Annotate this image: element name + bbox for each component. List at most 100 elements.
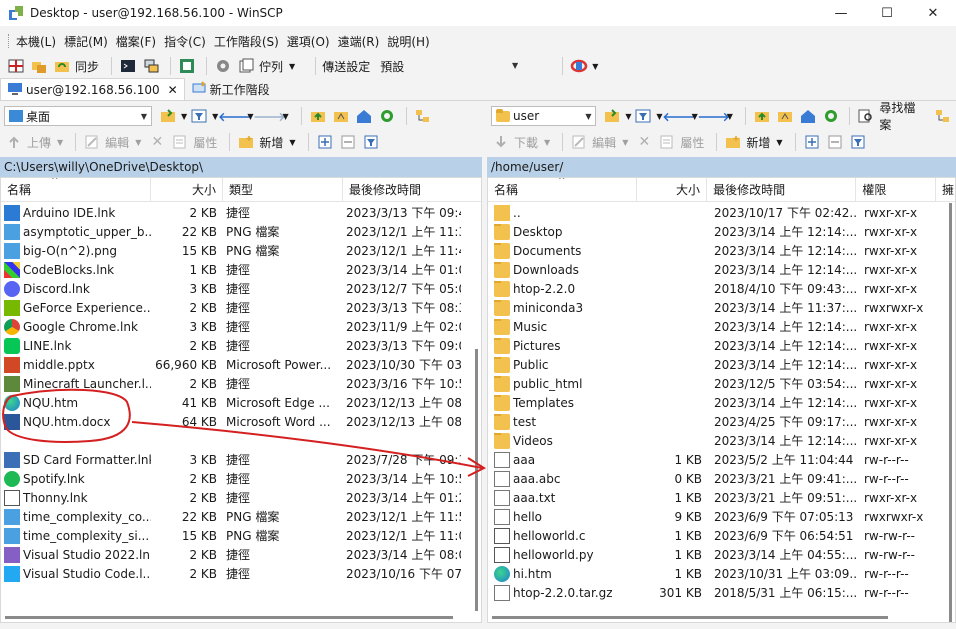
table-row[interactable]: ..2023/10/17 下午 02:42...rwxr-xr-xr (488, 203, 955, 222)
queue-button[interactable]: 佇列 (259, 58, 283, 75)
download-icon[interactable] (491, 132, 511, 152)
column-header-permissions[interactable]: 權限 (856, 178, 937, 202)
column-header-type[interactable]: 類型 (223, 178, 343, 202)
reconnect-icon[interactable] (569, 56, 589, 76)
chevron-down-icon[interactable]: ▼ (57, 138, 63, 147)
tree-icon[interactable] (933, 106, 953, 126)
table-row[interactable]: Pictures2023/3/14 上午 12:14:...rwxr-xr-xu (488, 336, 955, 355)
table-row[interactable]: miniconda3 2023/3/14 上午 11:37:... rwxrwxr-… (488, 298, 955, 317)
menu-remote[interactable]: 遠端(R) (334, 33, 384, 50)
properties-button[interactable]: 屬性 (680, 134, 704, 151)
refresh-icon[interactable] (377, 106, 397, 126)
local-path-bar[interactable]: C:\Users\willy\OneDrive\Desktop\ (0, 157, 482, 177)
table-row[interactable]: Google Chrome.lnk 3 KB 捷徑 2023/11/9 上午 02:0 (1, 317, 481, 336)
filter-icon[interactable] (189, 106, 209, 126)
select-all-icon[interactable] (315, 132, 335, 152)
table-row[interactable]: Downloads 2023/3/14 上午 12:14:... rwxr-xr-x… (488, 260, 955, 279)
compare-directories-icon[interactable] (6, 56, 26, 76)
local-location-select[interactable]: 桌面 ▼ (4, 106, 152, 126)
scrollbar-thumb[interactable] (475, 349, 478, 611)
table-row[interactable]: Templates 2023/3/14 上午 12:14:... rwxr-xr-x… (488, 393, 955, 412)
putty-icon[interactable] (141, 56, 161, 76)
scrollbar-thumb[interactable] (5, 616, 453, 619)
chevron-down-icon[interactable]: ▼ (625, 112, 631, 121)
edit-button[interactable]: 編輯 (105, 134, 129, 151)
unselect-all-icon[interactable] (338, 132, 358, 152)
table-row[interactable]: time_complexity_si... 15 KB PNG 檔案 2023/12/… (1, 526, 481, 545)
table-row[interactable]: hello9 KB2023/6/9 下午 07:05:13rwxrwxr-xu (488, 507, 955, 526)
table-row[interactable]: hi.htm 1 KB 2023/10/31 上午 03:09... rw-r--r-… (488, 564, 955, 583)
find-files-button[interactable]: 尋找檔案 (879, 99, 927, 133)
download-button[interactable]: 下載 (514, 134, 538, 151)
column-header-owner[interactable]: 擁 (936, 178, 955, 202)
remote-file-list[interactable]: 名稱 ^ 大小 最後修改時間 權限 擁 .. 2023/10/17 下午 02:4… (487, 177, 956, 623)
menu-help[interactable]: 說明(H) (383, 33, 433, 50)
table-row[interactable] (1, 431, 481, 450)
sync-folders-icon[interactable] (52, 56, 72, 76)
table-row[interactable]: LINE.lnk 2 KB 捷徑 2023/3/13 下午 09:0 (1, 336, 481, 355)
table-row[interactable]: aaa1 KB2023/5/2 上午 11:04:44rw-r--r--r (488, 450, 955, 469)
table-row[interactable]: htop-2.2.0.tar.gz 301 KB 2018/5/31 上午 06:1… (488, 583, 955, 602)
table-row[interactable]: Minecraft Launcher.l... 2 KB 捷徑 2023/3/16 下… (1, 374, 481, 393)
table-row[interactable]: Arduino IDE.lnk 2 KB 捷徑 2023/3/13 下午 09:4 (1, 203, 481, 222)
table-row[interactable]: Documents 2023/3/14 上午 12:14:... rwxr-xr-x… (488, 241, 955, 260)
table-row[interactable]: asymptotic_upper_b... 22 KB PNG 檔案 2023/12/… (1, 222, 481, 241)
table-row[interactable]: NQU.htm 41 KB Microsoft Edge ... 2023/12/13… (1, 393, 481, 412)
chevron-down-icon[interactable]: ▼ (289, 62, 295, 71)
table-row[interactable]: time_complexity_co... 22 KB PNG 檔案 2023/12/… (1, 507, 481, 526)
column-header-modified[interactable]: 最後修改時間 (343, 178, 473, 202)
table-row[interactable]: big-O(n^2).png 15 KB PNG 檔案 2023/12/1 上午 11… (1, 241, 481, 260)
remote-path-bar[interactable]: /home/user/ (487, 157, 956, 177)
new-button[interactable]: 新增 (259, 134, 283, 151)
column-header-size[interactable]: 大小 (151, 178, 223, 202)
open-folder-icon[interactable] (158, 106, 178, 126)
properties-icon[interactable] (657, 132, 677, 152)
transfer-settings-select[interactable]: 預設 ▼ (376, 56, 522, 76)
local-vertical-scrollbar[interactable] (471, 203, 481, 622)
column-header-modified[interactable]: 最後修改時間 (707, 178, 857, 202)
table-row[interactable]: Visual Studio Code.l... 2 KB 捷徑 2023/10/16 … (1, 564, 481, 583)
scrollbar-thumb[interactable] (949, 203, 952, 622)
minimize-button[interactable]: — (818, 0, 864, 26)
select-all-icon[interactable] (802, 132, 822, 152)
table-row[interactable]: aaa.txt 1 KB 2023/3/21 上午 09:51:... rwxr-xr… (488, 488, 955, 507)
table-row[interactable]: Discord.lnk 3 KB 捷徑 2023/12/7 下午 05:0 (1, 279, 481, 298)
chevron-down-icon[interactable]: ▼ (622, 138, 628, 147)
table-row[interactable]: Thonny.lnk 2 KB 捷徑 2023/3/14 上午 01:2 (1, 488, 481, 507)
remote-location-select[interactable]: user ▼ (491, 106, 597, 126)
sync-button[interactable]: 同步 (75, 58, 99, 75)
table-row[interactable]: Spotify.lnk 2 KB 捷徑 2023/3/14 上午 10:5 (1, 469, 481, 488)
close-icon[interactable]: ✕ (168, 83, 178, 97)
chevron-down-icon[interactable]: ▼ (544, 138, 550, 147)
chevron-down-icon[interactable]: ▼ (592, 62, 598, 71)
refresh-icon[interactable] (821, 106, 841, 126)
close-button[interactable]: ✕ (910, 0, 956, 26)
table-row[interactable]: Visual Studio 2022.lnk 2 KB 捷徑 2023/3/14 上午… (1, 545, 481, 564)
filter-select-icon[interactable] (848, 132, 868, 152)
new-button[interactable]: 新增 (746, 134, 770, 151)
menu-commands[interactable]: 指令(C) (160, 33, 210, 50)
forward-arrow-icon[interactable]: 🡒 (698, 106, 730, 126)
edit-icon[interactable] (569, 132, 589, 152)
chevron-down-icon[interactable]: ▼ (135, 138, 141, 147)
tree-icon[interactable] (413, 106, 433, 126)
chevron-down-icon[interactable]: ▼ (289, 138, 295, 147)
synchronize-browsing-icon[interactable] (29, 56, 49, 76)
back-arrow-icon[interactable]: 🡐 (218, 106, 250, 126)
table-row[interactable]: Music2023/3/14 上午 12:14:...rwxr-xr-xu (488, 317, 955, 336)
home-icon[interactable] (798, 106, 818, 126)
filter-icon[interactable] (634, 106, 654, 126)
maximize-button[interactable]: ☐ (864, 0, 910, 26)
open-folder-icon[interactable] (602, 106, 622, 126)
refresh-session-icon[interactable] (177, 56, 197, 76)
chevron-down-icon[interactable]: ▼ (776, 138, 782, 147)
upload-button[interactable]: 上傳 (27, 134, 51, 151)
tab-new-session[interactable]: 新工作階段 (185, 78, 276, 100)
table-row[interactable]: NQU.htm.docx 64 KB Microsoft Word ... 2023/… (1, 412, 481, 431)
table-row[interactable]: test2023/4/25 下午 09:17:...rwxr-xr-xu (488, 412, 955, 431)
column-header-name[interactable]: 名稱 ^ (1, 178, 151, 202)
local-file-list[interactable]: 名稱 ^ 大小 類型 最後修改時間 Arduino IDE.lnk 2 KB 捷徑 2… (0, 177, 482, 623)
parent-directory-icon[interactable] (308, 106, 328, 126)
upload-icon[interactable] (4, 132, 24, 152)
menu-mark[interactable]: 標記(M) (60, 33, 112, 50)
